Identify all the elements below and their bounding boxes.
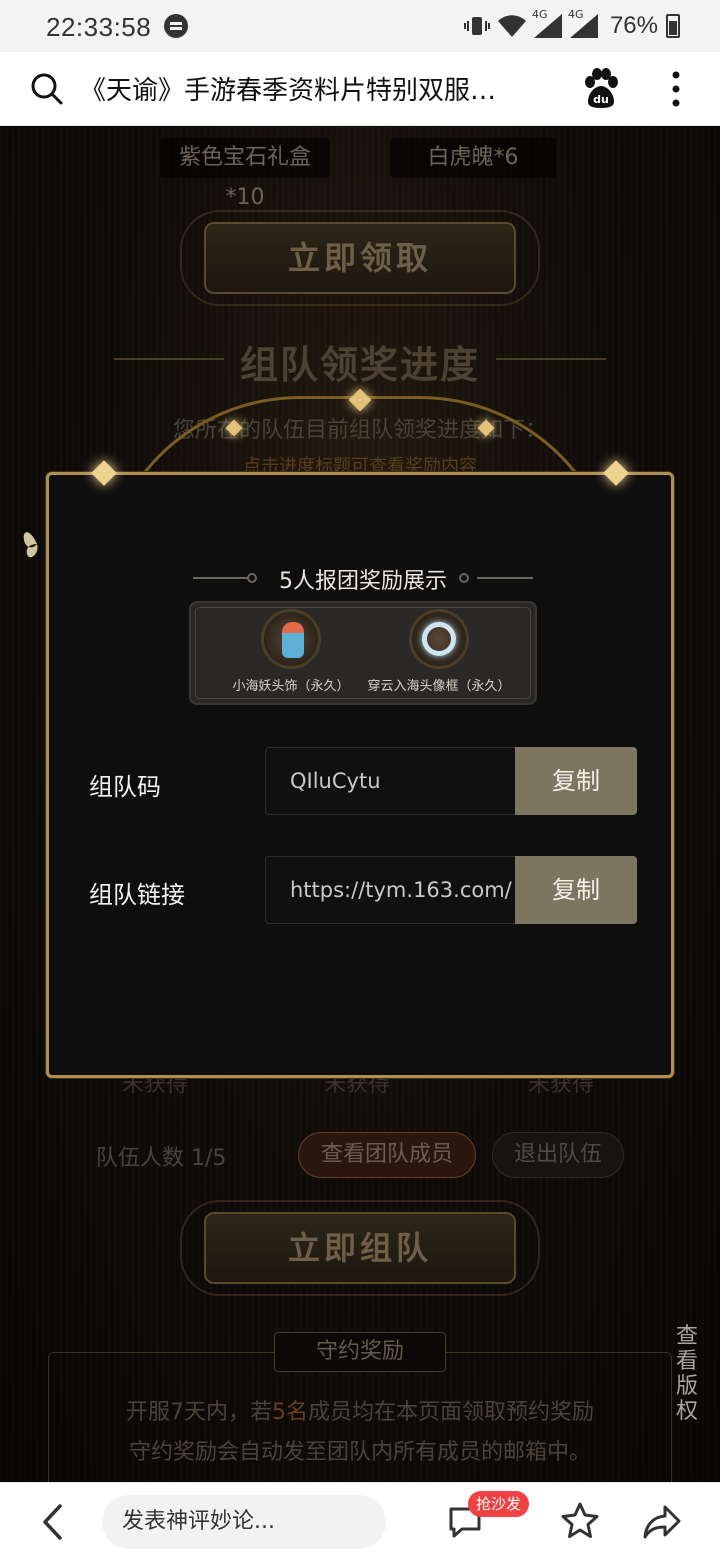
team-link-label: 组队链接 <box>89 881 185 909</box>
keep-line1-prefix: 开服7天内，若 <box>125 1400 272 1425</box>
team-link-field[interactable]: https://tym.163.com/ <box>265 856 517 924</box>
keep-line1-highlight: 5名 <box>271 1400 308 1425</box>
reward-showcase: 小海妖头饰（永久） 穿云入海头像框（永久） <box>189 601 537 705</box>
more-options-icon[interactable] <box>668 70 684 108</box>
status-bar: 22:33:58 4G 4G 76% <box>0 0 720 52</box>
reward-tag-gem-box: 紫色宝石礼盒*10 <box>160 138 330 210</box>
status-time: 22:33:58 <box>46 12 152 42</box>
battery-percent: 76% <box>609 12 658 39</box>
message-notification-icon <box>164 14 188 38</box>
status-icons: 4G 4G 76% <box>463 8 680 40</box>
section-title: 组队领奖进度 <box>239 342 480 387</box>
view-copyright-link[interactable]: 查看版权 <box>672 1324 702 1424</box>
share-icon[interactable] <box>642 1503 682 1541</box>
reward-label-headwear: 小海妖头饰（永久） <box>232 679 350 694</box>
signal-icon-1: 4G <box>532 8 562 38</box>
sea-sprite-headwear-icon <box>261 609 321 669</box>
svg-text:du: du <box>593 93 609 106</box>
bottom-toolbar: 发表神评妙论... 抢沙发 <box>0 1482 720 1560</box>
comment-placeholder: 发表神评妙论... <box>122 1509 275 1534</box>
reward-tag-white-tiger: 白虎魄*6 <box>390 138 556 178</box>
sofa-badge: 抢沙发 <box>468 1491 530 1517</box>
team-reward-modal: 5人报团奖励展示 小海妖头饰（永久） 穿云入海头像框（永久） 组队码 QIluC… <box>46 460 674 1078</box>
form-team-button[interactable]: 立即组队 <box>180 1200 540 1296</box>
star-icon[interactable] <box>560 1501 600 1541</box>
battery-icon <box>666 14 680 38</box>
keep-line1-suffix: 成员均在本页面领取预约奖励 <box>307 1400 594 1425</box>
copy-team-code-button[interactable]: 复制 <box>515 747 637 815</box>
view-members-button[interactable]: 查看团队成员 <box>298 1132 476 1178</box>
claim-now-button[interactable]: 立即领取 <box>180 210 540 306</box>
keep-promise-tag: 守约奖励 <box>274 1332 446 1372</box>
network-type-label-2: 4G <box>567 8 584 21</box>
reward-label-avatar-frame: 穿云入海头像框（永久） <box>367 679 511 694</box>
modal-title: 5人报团奖励展示 <box>279 569 447 594</box>
avatar-frame-icon <box>409 609 469 669</box>
signal-icon-2: 4G <box>568 8 598 38</box>
browser-header: 《天谕》手游春季资料片特别双服… du <box>0 52 720 126</box>
reward-item-avatar-frame[interactable]: 穿云入海头像框（永久） <box>365 609 513 694</box>
quit-team-button[interactable]: 退出队伍 <box>492 1132 624 1178</box>
team-code-label: 组队码 <box>89 773 161 801</box>
team-count: 队伍人数 1/5 <box>96 1146 227 1171</box>
copy-team-link-button[interactable]: 复制 <box>515 856 637 924</box>
network-type-label: 4G <box>531 8 548 21</box>
team-code-field[interactable]: QIluCytu <box>265 747 517 815</box>
keep-promise-line-2: 守约奖励会自动发至团队内所有成员的邮箱中。 <box>128 1440 591 1465</box>
page-title[interactable]: 《天谕》手游春季资料片特别双服… <box>80 70 560 107</box>
vibrate-icon <box>463 17 490 35</box>
baidu-paw-icon[interactable]: du <box>582 68 620 108</box>
reward-item-headwear[interactable]: 小海妖头饰（永久） <box>227 609 355 694</box>
search-icon[interactable] <box>30 72 64 106</box>
comment-input[interactable]: 发表神评妙论... <box>102 1495 386 1549</box>
back-arrow-icon[interactable] <box>40 1503 66 1541</box>
keep-promise-line-1: 开服7天内，若5名成员均在本页面领取预约奖励 <box>0 1394 720 1426</box>
wifi-icon <box>497 15 526 37</box>
